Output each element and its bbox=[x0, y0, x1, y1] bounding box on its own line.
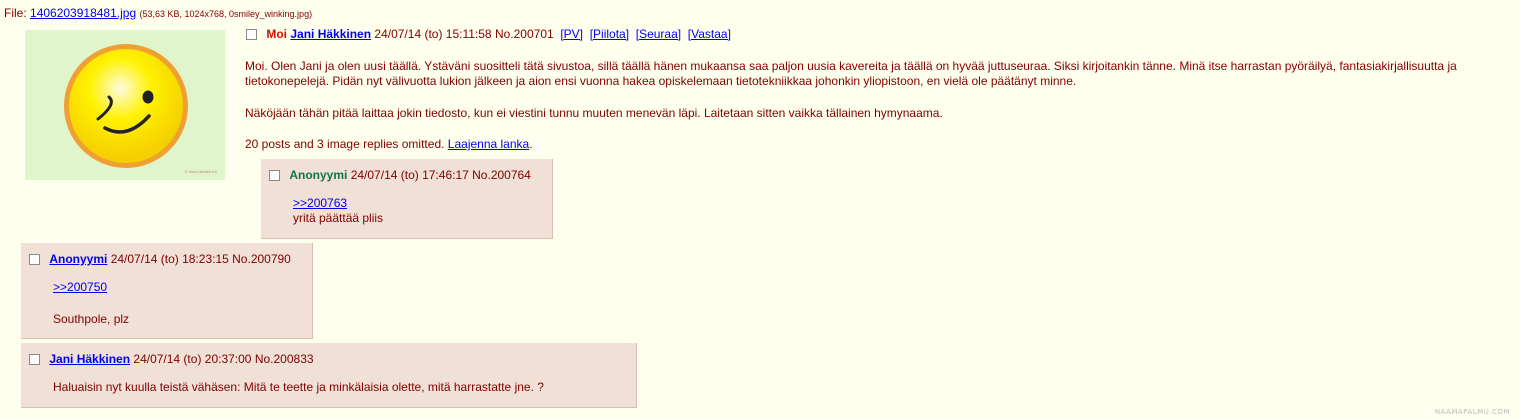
reply-link[interactable]: [Vastaa] bbox=[688, 27, 731, 41]
winking-smiley-image bbox=[64, 44, 188, 168]
op-paragraph: Näköjään tähän pitää laittaa jokin tiedo… bbox=[245, 106, 943, 120]
reply-post: Anonyymi 24/07/14 (to) 17:46:17 No.20076… bbox=[261, 159, 553, 239]
op-date: 24/07/14 (to) 15:11:58 bbox=[374, 27, 492, 41]
reply-message: >>200763 yritä päättää pliis bbox=[293, 196, 383, 226]
reply-header: Anonyymi 24/07/14 (to) 17:46:17 No.20076… bbox=[269, 168, 531, 182]
follow-link[interactable]: [Seuraa] bbox=[636, 27, 681, 41]
file-label: File: bbox=[4, 6, 27, 20]
reply-header: Anonyymi 24/07/14 (to) 18:23:15 No.20079… bbox=[29, 252, 291, 266]
hide-link[interactable]: [Piilota] bbox=[590, 27, 629, 41]
reply-text: Southpole, plz bbox=[53, 312, 130, 326]
op-name-link[interactable]: Jani Häkkinen bbox=[290, 27, 371, 41]
op-message: Moi. Olen Jani ja olen uusi täällä. Ystä… bbox=[245, 59, 1505, 138]
pv-link[interactable]: [PV] bbox=[560, 27, 583, 41]
reply-post-number[interactable]: No.200790 bbox=[232, 252, 291, 266]
op-thumbnail[interactable]: © www.hilavitkut.fi bbox=[25, 30, 225, 180]
site-watermark: NAAMAPALMU.COM bbox=[1434, 408, 1510, 416]
reply-post: Anonyymi 24/07/14 (to) 18:23:15 No.20079… bbox=[21, 243, 313, 339]
omitted-notice: 20 posts and 3 image replies omitted. La… bbox=[245, 137, 533, 151]
reply-text: Haluaisin nyt kuulla teistä vähäsen: Mit… bbox=[53, 380, 544, 394]
reply-header: Jani Häkkinen 24/07/14 (to) 20:37:00 No.… bbox=[29, 352, 314, 366]
reply-post-number[interactable]: No.200833 bbox=[255, 352, 314, 366]
file-link[interactable]: 1406203918481.jpg bbox=[30, 6, 136, 20]
reply-post-number[interactable]: No.200764 bbox=[472, 168, 531, 182]
op-header: Moi Jani Häkkinen 24/07/14 (to) 15:11:58… bbox=[246, 27, 731, 41]
file-info: File: 1406203918481.jpg (53,63 KB, 1024x… bbox=[4, 6, 312, 20]
reply-name-link[interactable]: Jani Häkkinen bbox=[49, 352, 130, 366]
op-subject: Moi bbox=[266, 27, 288, 41]
op-post-number[interactable]: No.200701 bbox=[495, 27, 554, 41]
reply-text: yritä päättää pliis bbox=[293, 211, 384, 225]
reply-date: 24/07/14 (to) 18:23:15 bbox=[110, 252, 229, 266]
omitted-text: 20 posts and 3 image replies omitted. bbox=[245, 137, 445, 151]
op-select-checkbox[interactable] bbox=[246, 29, 257, 40]
reply-select-checkbox[interactable] bbox=[29, 254, 40, 265]
expand-thread-link[interactable]: Laajenna lanka bbox=[448, 137, 529, 151]
quote-link[interactable]: >>200763 bbox=[293, 196, 383, 211]
reply-post: Jani Häkkinen 24/07/14 (to) 20:37:00 No.… bbox=[21, 343, 637, 408]
reply-message: Haluaisin nyt kuulla teistä vähäsen: Mit… bbox=[53, 380, 544, 395]
reply-name-link[interactable]: Anonyymi bbox=[49, 252, 107, 266]
reply-select-checkbox[interactable] bbox=[269, 170, 280, 181]
reply-date: 24/07/14 (to) 17:46:17 bbox=[350, 168, 469, 182]
file-meta: (53,63 KB, 1024x768, 0smiley_winking.jpg… bbox=[139, 9, 313, 19]
reply-message: >>200750 Southpole, plz bbox=[53, 280, 129, 327]
image-watermark: © www.hilavitkut.fi bbox=[184, 169, 217, 174]
reply-name: Anonyymi bbox=[289, 168, 348, 182]
expand-suffix: . bbox=[529, 137, 533, 151]
reply-date: 24/07/14 (to) 20:37:00 bbox=[133, 352, 252, 366]
quote-link[interactable]: >>200750 bbox=[53, 280, 129, 295]
reply-select-checkbox[interactable] bbox=[29, 354, 40, 365]
op-paragraph: Moi. Olen Jani ja olen uusi täällä. Ystä… bbox=[245, 59, 1457, 88]
